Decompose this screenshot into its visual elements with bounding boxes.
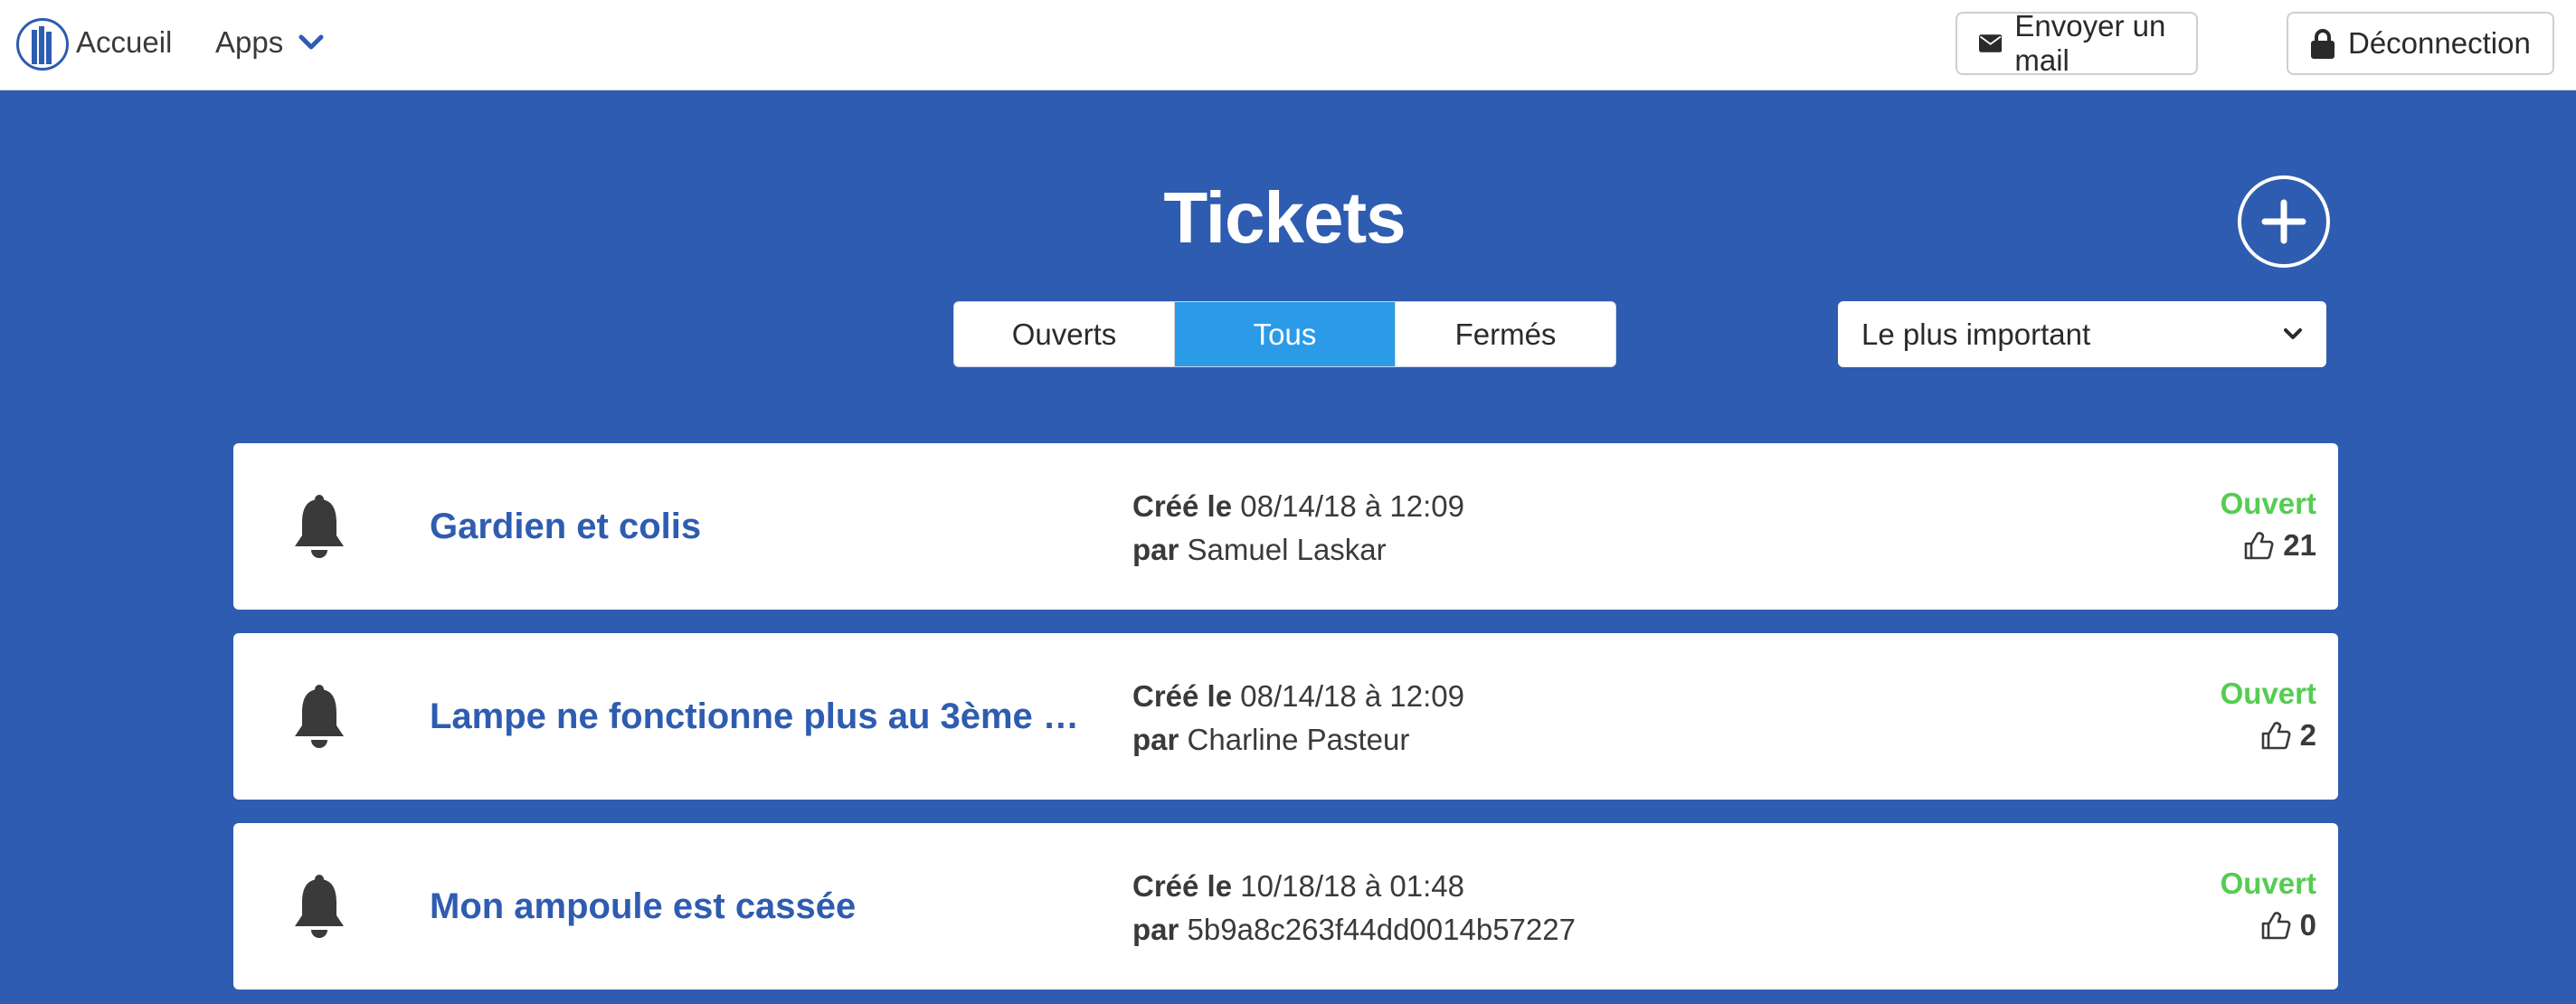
created-label: Créé le <box>1132 679 1233 713</box>
chevron-down-icon <box>298 34 324 50</box>
nav-apps-dropdown[interactable]: Apps <box>215 25 325 60</box>
envelope-icon <box>1979 34 2003 52</box>
created-date: 08/14/18 à 12:09 <box>1240 679 1464 713</box>
like-count-value: 21 <box>2283 528 2316 562</box>
nav-home-link[interactable]: Accueil <box>76 25 172 60</box>
send-mail-label: Envoyer un mail <box>2014 9 2166 77</box>
like-count[interactable]: 2 <box>2260 718 2316 753</box>
author-label: par <box>1132 913 1179 946</box>
send-mail-button[interactable]: Envoyer un mail <box>1956 9 2198 77</box>
bell-icon <box>295 875 344 938</box>
ticket-meta: Créé le 10/18/18 à 01:48 par 5b9a8c263f4… <box>1132 865 1576 952</box>
tab-all[interactable]: Tous <box>1175 302 1396 366</box>
nav-apps-label: Apps <box>215 25 284 59</box>
like-count[interactable]: 0 <box>2260 908 2316 942</box>
bell-icon <box>295 685 344 748</box>
created-date: 10/18/18 à 01:48 <box>1240 869 1464 903</box>
logout-button[interactable]: Déconnection <box>2287 12 2554 75</box>
bell-icon <box>295 495 344 558</box>
ticket-meta: Créé le 08/14/18 à 12:09 par Charline Pa… <box>1132 675 1464 762</box>
author-name: 5b9a8c263f44dd0014b57227 <box>1187 913 1576 946</box>
plus-icon <box>2261 199 2306 244</box>
status-badge: Ouvert <box>2220 867 2316 900</box>
tab-open[interactable]: Ouverts <box>954 302 1175 366</box>
chevron-down-icon <box>2284 328 2302 339</box>
status-filter-tabs: Ouverts Tous Fermés <box>953 301 1616 367</box>
author-label: par <box>1132 723 1179 756</box>
ticket-card[interactable]: Lampe ne fonctionne plus au 3ème étage C… <box>233 633 2338 800</box>
like-count-value: 2 <box>2299 718 2316 752</box>
ticket-card[interactable]: Gardien et colis Créé le 08/14/18 à 12:0… <box>233 443 2338 610</box>
created-label: Créé le <box>1132 489 1233 523</box>
thumbs-up-icon <box>2261 912 2291 940</box>
like-count-value: 0 <box>2299 908 2316 942</box>
page-title: Tickets <box>1163 177 1406 258</box>
logout-label: Déconnection <box>2348 26 2531 60</box>
app-logo-icon[interactable] <box>16 18 69 71</box>
like-count[interactable]: 21 <box>2243 528 2316 563</box>
author-label: par <box>1132 533 1179 566</box>
author-name: Samuel Laskar <box>1187 533 1387 566</box>
status-badge: Ouvert <box>2220 677 2316 710</box>
lock-icon <box>2311 29 2334 59</box>
created-date: 08/14/18 à 12:09 <box>1240 489 1464 523</box>
sort-select[interactable]: Le plus important <box>1838 301 2326 367</box>
top-navbar: Accueil Apps Envoyer un mail Déconnectio… <box>0 0 2576 90</box>
sort-select-value: Le plus important <box>1861 317 2091 351</box>
created-label: Créé le <box>1132 869 1233 903</box>
tab-closed[interactable]: Fermés <box>1396 302 1615 366</box>
author-name: Charline Pasteur <box>1187 723 1410 756</box>
add-ticket-button[interactable] <box>2238 175 2330 268</box>
status-badge: Ouvert <box>2220 487 2316 520</box>
thumbs-up-icon <box>2261 722 2291 750</box>
ticket-meta: Créé le 08/14/18 à 12:09 par Samuel Lask… <box>1132 485 1464 572</box>
thumbs-up-icon <box>2244 532 2274 560</box>
ticket-card[interactable]: Mon ampoule est cassée Créé le 10/18/18 … <box>233 823 2338 990</box>
ticket-title[interactable]: Lampe ne fonctionne plus au 3ème étage <box>430 696 1079 737</box>
